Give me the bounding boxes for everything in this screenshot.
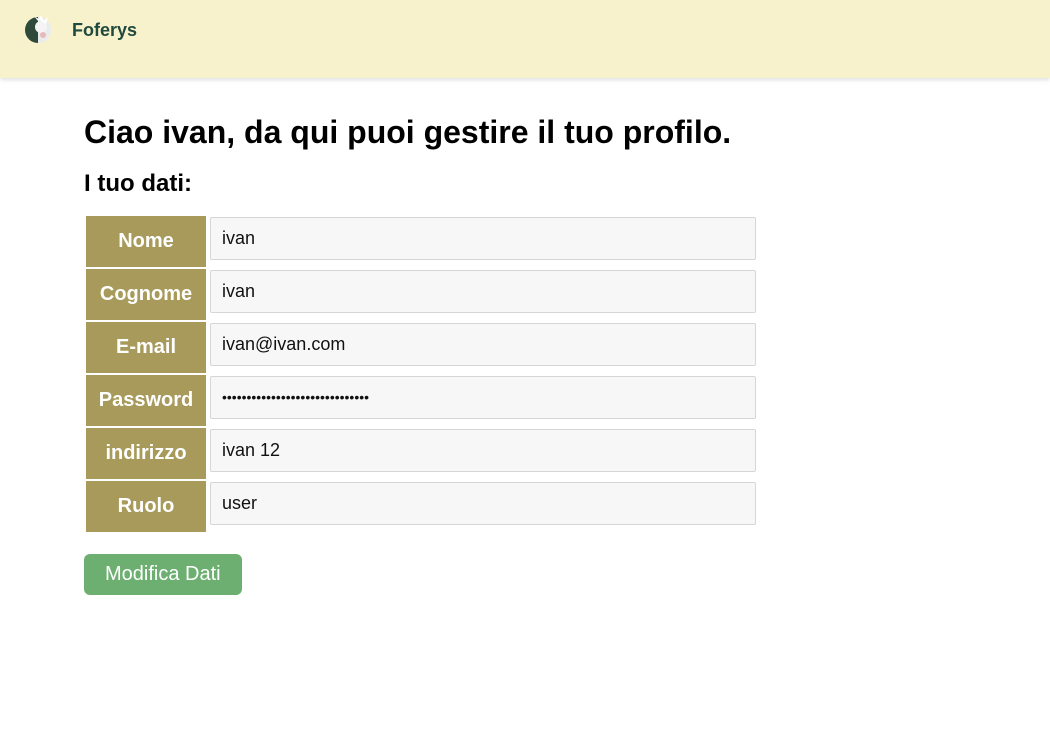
password-field[interactable]: ••••••••••••••••••••••••••••••	[210, 376, 756, 419]
field-label-ruolo: Ruolo	[86, 481, 206, 532]
field-label-email: E-mail	[86, 322, 206, 373]
profile-main: Ciao ivan, da qui puoi gestire il tuo pr…	[84, 112, 784, 595]
section-subtitle: I tuo dati:	[84, 170, 192, 197]
table-row: Password ••••••••••••••••••••••••••••••	[86, 375, 756, 426]
email-field[interactable]: ivan@ivan.com	[210, 323, 756, 366]
table-row: indirizzo ivan 12	[86, 428, 756, 479]
page-title: Ciao ivan, da qui puoi gestire il tuo pr…	[84, 114, 732, 150]
table-row: Ruolo user	[86, 481, 756, 532]
field-label-nome: Nome	[86, 216, 206, 267]
nome-field[interactable]: ivan	[210, 217, 756, 260]
modifica-dati-button[interactable]: Modifica Dati	[84, 554, 242, 595]
field-label-indirizzo: indirizzo	[86, 428, 206, 479]
profile-data-table: Nome ivan Cognome ivan E-mail ivan@ivan.…	[84, 214, 758, 534]
field-label-password: Password	[86, 375, 206, 426]
avatar-logo-icon[interactable]	[24, 13, 54, 45]
table-row: Nome ivan	[86, 216, 756, 267]
ruolo-field[interactable]: user	[210, 482, 756, 525]
brand-name[interactable]: Foferys	[72, 20, 137, 41]
table-row: Cognome ivan	[86, 269, 756, 320]
top-navbar: Foferys	[0, 0, 1050, 78]
field-label-cognome: Cognome	[86, 269, 206, 320]
cognome-field[interactable]: ivan	[210, 270, 756, 313]
indirizzo-field[interactable]: ivan 12	[210, 429, 756, 472]
table-row: E-mail ivan@ivan.com	[86, 322, 756, 373]
